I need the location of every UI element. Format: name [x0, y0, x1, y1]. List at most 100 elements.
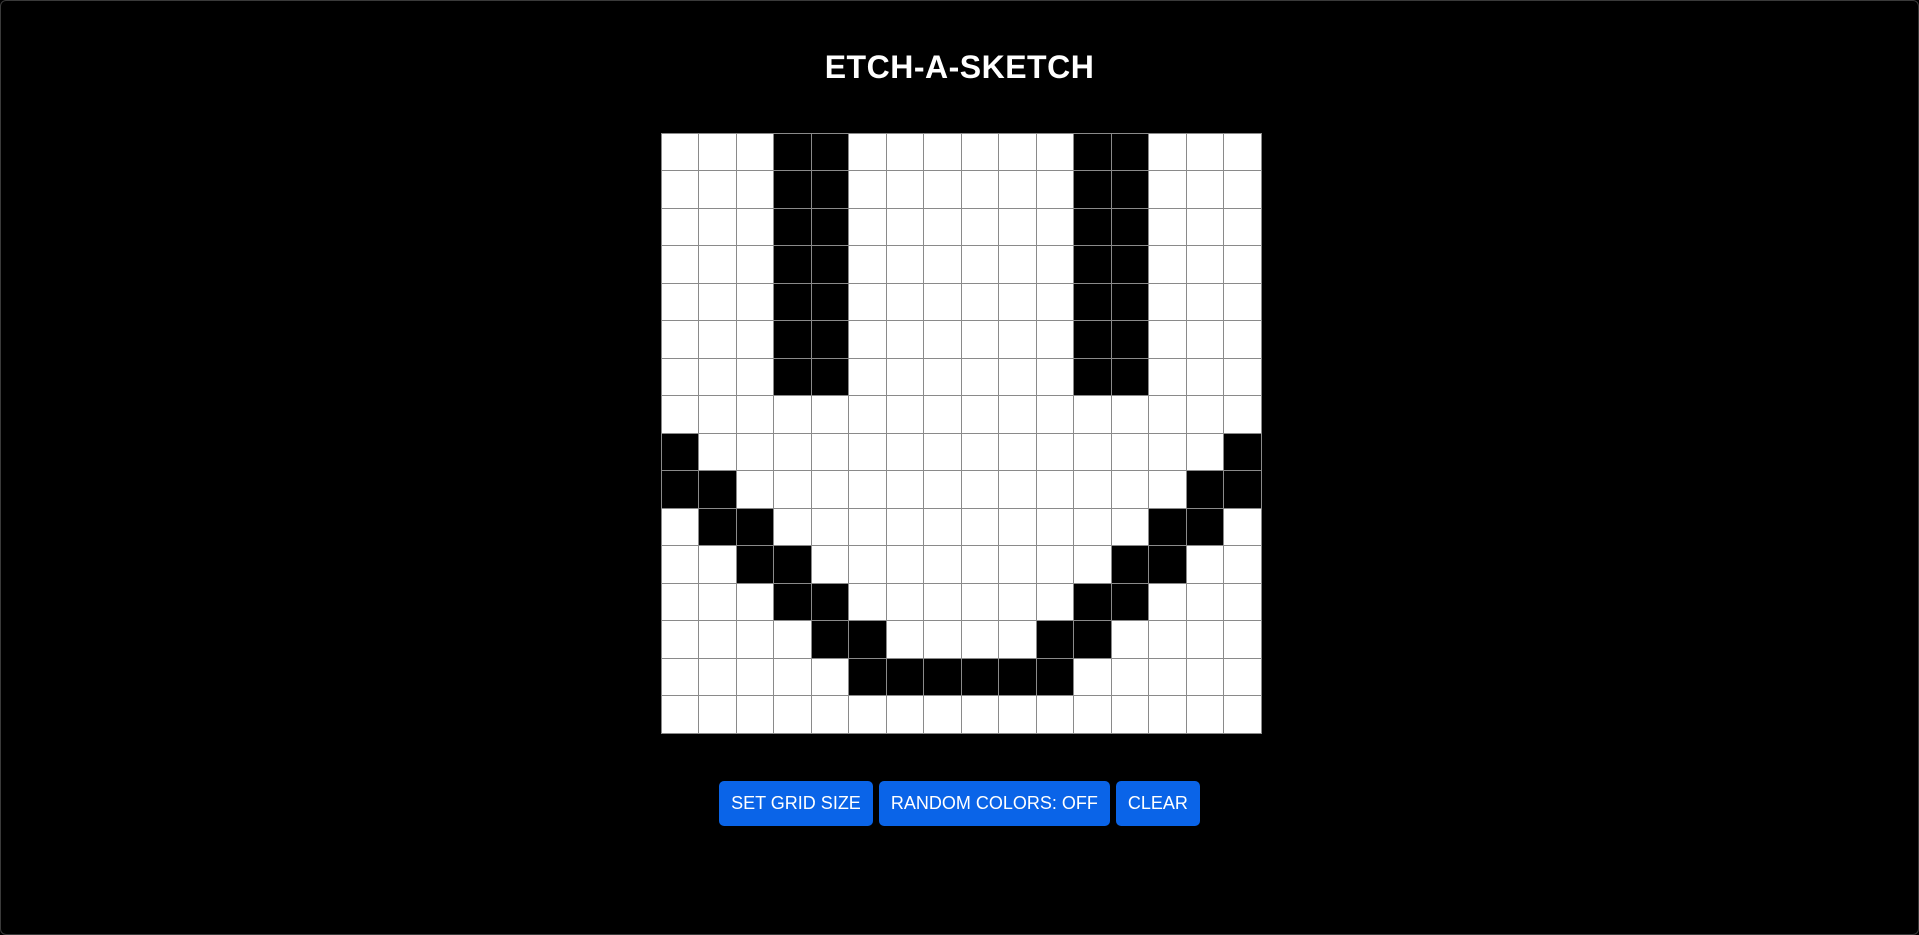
grid-cell[interactable]	[1223, 395, 1262, 434]
grid-cell[interactable]	[1035, 470, 1074, 509]
grid-cell[interactable]	[923, 582, 962, 621]
grid-cell[interactable]	[848, 132, 887, 171]
grid-cell[interactable]	[698, 357, 737, 396]
grid-cell[interactable]	[810, 657, 849, 696]
grid-cell[interactable]	[660, 582, 699, 621]
grid-cell[interactable]	[848, 507, 887, 546]
grid-cell[interactable]	[810, 432, 849, 471]
grid-cell[interactable]	[1035, 582, 1074, 621]
grid-cell[interactable]	[1110, 545, 1149, 584]
grid-cell[interactable]	[1148, 657, 1187, 696]
grid-cell[interactable]	[773, 320, 812, 359]
grid-cell[interactable]	[1223, 357, 1262, 396]
grid-cell[interactable]	[1073, 245, 1112, 284]
grid-cell[interactable]	[885, 207, 924, 246]
grid-cell[interactable]	[1185, 282, 1224, 321]
grid-cell[interactable]	[660, 470, 699, 509]
grid-cell[interactable]	[735, 657, 774, 696]
grid-cell[interactable]	[773, 245, 812, 284]
grid-cell[interactable]	[923, 320, 962, 359]
grid-cell[interactable]	[810, 507, 849, 546]
grid-cell[interactable]	[1185, 507, 1224, 546]
grid-cell[interactable]	[1223, 620, 1262, 659]
grid-cell[interactable]	[698, 395, 737, 434]
grid-cell[interactable]	[885, 245, 924, 284]
grid-cell[interactable]	[660, 132, 699, 171]
grid-cell[interactable]	[698, 507, 737, 546]
grid-cell[interactable]	[698, 695, 737, 734]
grid-cell[interactable]	[848, 395, 887, 434]
grid-cell[interactable]	[885, 395, 924, 434]
grid-cell[interactable]	[848, 620, 887, 659]
grid-cell[interactable]	[998, 582, 1037, 621]
grid-cell[interactable]	[1035, 432, 1074, 471]
grid-cell[interactable]	[848, 170, 887, 209]
grid-cell[interactable]	[1185, 132, 1224, 171]
grid-cell[interactable]	[885, 582, 924, 621]
grid-cell[interactable]	[773, 432, 812, 471]
clear-button[interactable]: CLEAR	[1115, 781, 1200, 826]
grid-cell[interactable]	[885, 432, 924, 471]
grid-cell[interactable]	[923, 620, 962, 659]
grid-cell[interactable]	[1110, 657, 1149, 696]
grid-cell[interactable]	[660, 620, 699, 659]
grid-cell[interactable]	[848, 582, 887, 621]
grid-cell[interactable]	[923, 470, 962, 509]
grid-cell[interactable]	[810, 320, 849, 359]
grid-cell[interactable]	[773, 132, 812, 171]
grid-cell[interactable]	[848, 207, 887, 246]
grid-cell[interactable]	[1223, 545, 1262, 584]
grid-cell[interactable]	[1185, 695, 1224, 734]
grid-cell[interactable]	[1035, 695, 1074, 734]
grid-cell[interactable]	[960, 207, 999, 246]
grid-cell[interactable]	[1185, 470, 1224, 509]
grid-cell[interactable]	[810, 132, 849, 171]
grid-cell[interactable]	[735, 695, 774, 734]
grid-cell[interactable]	[885, 657, 924, 696]
grid-cell[interactable]	[1110, 170, 1149, 209]
grid-cell[interactable]	[1110, 620, 1149, 659]
grid-cell[interactable]	[923, 395, 962, 434]
grid-cell[interactable]	[1110, 395, 1149, 434]
grid-cell[interactable]	[735, 245, 774, 284]
grid-cell[interactable]	[698, 545, 737, 584]
grid-cell[interactable]	[848, 357, 887, 396]
grid-cell[interactable]	[735, 470, 774, 509]
grid-cell[interactable]	[660, 357, 699, 396]
grid-cell[interactable]	[998, 545, 1037, 584]
grid-cell[interactable]	[1148, 357, 1187, 396]
grid-cell[interactable]	[660, 245, 699, 284]
grid-cell[interactable]	[1223, 695, 1262, 734]
grid-cell[interactable]	[1110, 695, 1149, 734]
grid-cell[interactable]	[885, 357, 924, 396]
grid-cell[interactable]	[848, 432, 887, 471]
grid-cell[interactable]	[1185, 432, 1224, 471]
grid-cell[interactable]	[1185, 545, 1224, 584]
grid-cell[interactable]	[960, 545, 999, 584]
grid-cell[interactable]	[660, 170, 699, 209]
grid-cell[interactable]	[810, 582, 849, 621]
grid-cell[interactable]	[998, 357, 1037, 396]
grid-cell[interactable]	[1185, 320, 1224, 359]
grid-cell[interactable]	[773, 545, 812, 584]
grid-cell[interactable]	[848, 282, 887, 321]
grid-cell[interactable]	[810, 545, 849, 584]
grid-cell[interactable]	[735, 395, 774, 434]
grid-cell[interactable]	[773, 170, 812, 209]
grid-cell[interactable]	[660, 207, 699, 246]
grid-cell[interactable]	[660, 695, 699, 734]
grid-cell[interactable]	[773, 470, 812, 509]
grid-cell[interactable]	[1035, 282, 1074, 321]
sketch-grid[interactable]	[660, 132, 1262, 734]
grid-cell[interactable]	[773, 695, 812, 734]
grid-cell[interactable]	[960, 357, 999, 396]
grid-cell[interactable]	[1073, 395, 1112, 434]
grid-cell[interactable]	[698, 432, 737, 471]
grid-cell[interactable]	[773, 357, 812, 396]
grid-cell[interactable]	[1148, 432, 1187, 471]
grid-cell[interactable]	[885, 507, 924, 546]
grid-cell[interactable]	[1185, 357, 1224, 396]
grid-cell[interactable]	[810, 357, 849, 396]
grid-cell[interactable]	[1073, 132, 1112, 171]
grid-cell[interactable]	[698, 620, 737, 659]
